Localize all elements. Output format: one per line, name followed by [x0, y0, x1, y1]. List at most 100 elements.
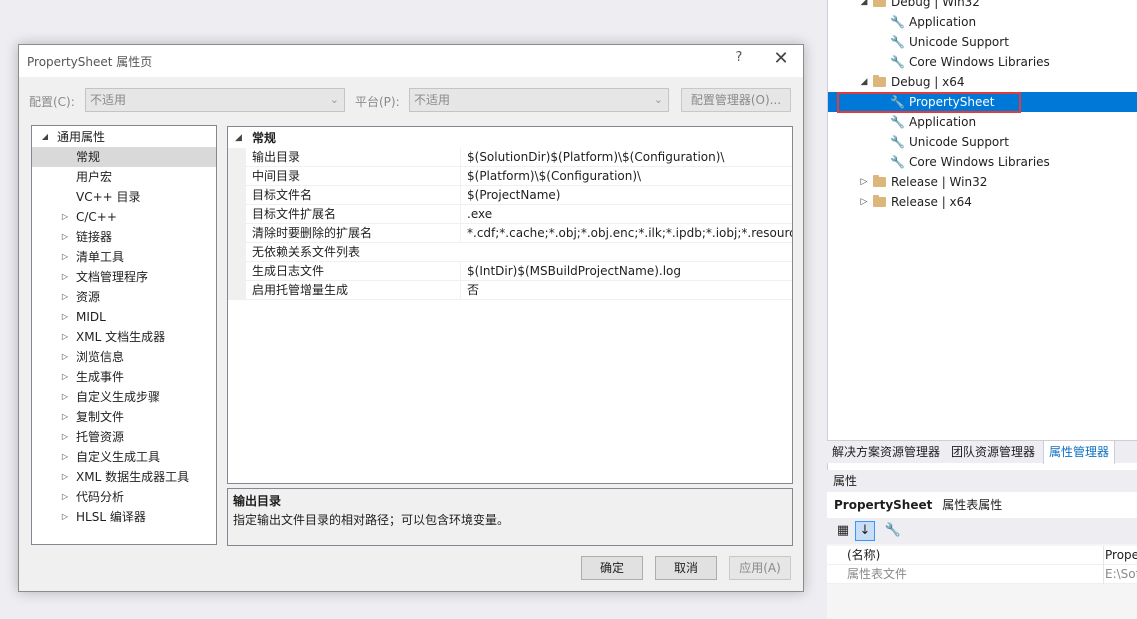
collapse-arrow-icon[interactable]: ◢ — [859, 72, 869, 92]
property-value[interactable]: E:\Sof — [1103, 565, 1137, 584]
expand-arrow-icon[interactable]: ▷ — [859, 172, 869, 192]
tab-solution-explorer[interactable]: 解决方案资源管理器 — [827, 441, 945, 464]
chevron-down-icon: ⌄ — [653, 93, 663, 106]
category-tree-item[interactable]: ▷ XML 文档生成器 — [32, 327, 216, 347]
configuration-combo[interactable]: 不适用 ⌄ — [85, 88, 345, 112]
category-label: 清单工具 — [76, 250, 125, 264]
alphabetical-icon[interactable]: ↓ — [855, 521, 875, 541]
property-category-tree: ◢ 通用属性 常规 用户宏 VC++ 目录 ▷ C/C++ ▷ 链接器 ▷ 清单工具 ▷ 文档管理程序 ▷… — [31, 125, 217, 545]
grid-property-value[interactable]: 否 — [460, 281, 792, 299]
grid-property-value[interactable]: $(Platform)\$(Configuration)\ — [460, 167, 792, 185]
category-tree-item[interactable]: ▷ 代码分析 — [32, 487, 216, 507]
tree-item-label: Application — [909, 15, 977, 29]
grid-property-row[interactable]: 输出目录 $(SolutionDir)$(Platform)\$(Configur… — [228, 148, 792, 167]
platform-combo[interactable]: 不适用 ⌄ — [409, 88, 669, 112]
property-row[interactable]: 属性表文件 E:\Sof — [827, 565, 1137, 584]
expand-arrow-icon[interactable]: ▷ — [60, 467, 70, 487]
expand-arrow-icon[interactable]: ▷ — [60, 347, 70, 367]
expand-arrow-icon[interactable]: ▷ — [60, 387, 70, 407]
grid-property-name: 启用托管增量生成 — [252, 283, 349, 297]
grid-property-row[interactable]: 无依赖关系文件列表 — [228, 243, 792, 262]
grid-property-row[interactable]: 启用托管增量生成 否 — [228, 281, 792, 300]
grid-property-row[interactable]: 目标文件名 $(ProjectName) — [228, 186, 792, 205]
category-tree-item[interactable]: ▷ HLSL 编译器 — [32, 507, 216, 527]
ok-button[interactable]: 确定 — [581, 556, 643, 580]
category-tree-item[interactable]: ▷ 资源 — [32, 287, 216, 307]
configuration-manager-button[interactable]: 配置管理器(O)... — [681, 88, 791, 112]
category-tree-item[interactable]: ▷ 托管资源 — [32, 427, 216, 447]
description-title: 输出目录 — [233, 494, 282, 508]
grid-property-value[interactable]: .exe — [460, 205, 792, 223]
category-tree-item[interactable]: ▷ C/C++ — [32, 207, 216, 227]
tree-folder-item[interactable]: ◢ Debug | x64 — [828, 72, 1137, 92]
category-label: XML 文档生成器 — [76, 330, 166, 344]
category-tree-item[interactable]: 常规 — [32, 147, 216, 167]
expand-arrow-icon[interactable]: ▷ — [60, 267, 70, 287]
categorized-icon[interactable]: ▦ — [833, 521, 853, 541]
expand-arrow-icon[interactable]: ▷ — [60, 507, 70, 527]
grid-property-name: 输出目录 — [252, 150, 301, 164]
grid-property-row[interactable]: 中间目录 $(Platform)\$(Configuration)\ — [228, 167, 792, 186]
property-value[interactable]: Prope — [1103, 546, 1137, 565]
expand-arrow-icon[interactable]: ▷ — [60, 427, 70, 447]
category-tree-item[interactable]: ▷ 文档管理程序 — [32, 267, 216, 287]
grid-property-row[interactable]: 目标文件扩展名 .exe — [228, 205, 792, 224]
collapse-arrow-icon[interactable]: ◢ — [40, 127, 50, 147]
property-row[interactable]: (名称) Prope — [827, 546, 1137, 565]
collapse-arrow-icon[interactable]: ◢ — [859, 0, 869, 12]
grid-property-row[interactable]: 清除时要删除的扩展名 *.cdf;*.cache;*.obj;*.obj.enc;… — [228, 224, 792, 243]
properties-object-name: PropertySheet — [834, 498, 933, 512]
category-label: HLSL 编译器 — [76, 510, 146, 524]
tree-folder-item[interactable]: ▷ Release | x64 — [828, 192, 1137, 212]
help-icon[interactable]: ? — [729, 50, 749, 65]
category-tree-item[interactable]: ▷ 链接器 — [32, 227, 216, 247]
grid-property-value[interactable]: $(SolutionDir)$(Platform)\$(Configuratio… — [460, 148, 792, 166]
category-tree-item[interactable]: VC++ 目录 — [32, 187, 216, 207]
category-tree-item[interactable]: 用户宏 — [32, 167, 216, 187]
dialog-titlebar[interactable]: PropertySheet 属性页 ? ✕ — [19, 45, 803, 77]
grid-property-value[interactable]: $(IntDir)$(MSBuildProjectName).log — [460, 262, 792, 280]
grid-property-value[interactable]: *.cdf;*.cache;*.obj;*.obj.enc;*.ilk;*.ip… — [460, 224, 792, 242]
category-tree-item[interactable]: ▷ 复制文件 — [32, 407, 216, 427]
category-tree-item[interactable]: ▷ 自定义生成步骤 — [32, 387, 216, 407]
tree-sheet-item[interactable]: 🔧 Core Windows Libraries — [828, 152, 1137, 172]
expand-arrow-icon[interactable]: ▷ — [60, 287, 70, 307]
property-pages-wrench-icon[interactable]: 🔧 — [883, 521, 903, 541]
category-tree-item[interactable]: ◢ 通用属性 — [32, 127, 216, 147]
grid-property-value[interactable]: $(ProjectName) — [460, 186, 792, 204]
tree-sheet-item[interactable]: 🔧 Unicode Support — [828, 132, 1137, 152]
tree-folder-item[interactable]: ▷ Release | Win32 — [828, 172, 1137, 192]
chevron-down-icon: ⌄ — [329, 93, 339, 106]
tab-team-explorer[interactable]: 团队资源管理器 — [946, 441, 1040, 464]
tab-property-manager[interactable]: 属性管理器 — [1043, 441, 1116, 464]
category-tree-item[interactable]: ▷ 浏览信息 — [32, 347, 216, 367]
category-tree-item[interactable]: ▷ 清单工具 — [32, 247, 216, 267]
apply-button[interactable]: 应用(A) — [729, 556, 791, 580]
close-icon[interactable]: ✕ — [767, 48, 795, 69]
tree-sheet-item[interactable]: 🔧 Unicode Support — [828, 32, 1137, 52]
expand-arrow-icon[interactable]: ▷ — [60, 487, 70, 507]
expand-arrow-icon[interactable]: ▷ — [60, 207, 70, 227]
cancel-button[interactable]: 取消 — [655, 556, 717, 580]
row-gutter — [228, 262, 246, 281]
expand-arrow-icon[interactable]: ▷ — [60, 367, 70, 387]
expand-arrow-icon[interactable]: ▷ — [60, 327, 70, 347]
expand-arrow-icon[interactable]: ▷ — [859, 192, 869, 212]
category-tree-item[interactable]: ▷ XML 数据生成器工具 — [32, 467, 216, 487]
expand-arrow-icon[interactable]: ▷ — [60, 247, 70, 267]
tree-sheet-item[interactable]: 🔧 Application — [828, 112, 1137, 132]
properties-object-selector[interactable]: PropertySheet 属性表属性 — [827, 492, 1137, 518]
collapse-arrow-icon[interactable]: ◢ — [235, 129, 242, 148]
tree-folder-item[interactable]: ◢ Debug | Win32 — [828, 0, 1137, 12]
tree-sheet-item[interactable]: 🔧 Application — [828, 12, 1137, 32]
category-tree-item[interactable]: ▷ 自定义生成工具 — [32, 447, 216, 467]
expand-arrow-icon[interactable]: ▷ — [60, 227, 70, 247]
grid-property-row[interactable]: 生成日志文件 $(IntDir)$(MSBuildProjectName).log — [228, 262, 792, 281]
grid-category-header[interactable]: ◢ 常规 — [228, 129, 792, 148]
category-tree-item[interactable]: ▷ MIDL — [32, 307, 216, 327]
expand-arrow-icon[interactable]: ▷ — [60, 447, 70, 467]
category-tree-item[interactable]: ▷ 生成事件 — [32, 367, 216, 387]
expand-arrow-icon[interactable]: ▷ — [60, 307, 70, 327]
expand-arrow-icon[interactable]: ▷ — [60, 407, 70, 427]
tree-sheet-item[interactable]: 🔧 Core Windows Libraries — [828, 52, 1137, 72]
